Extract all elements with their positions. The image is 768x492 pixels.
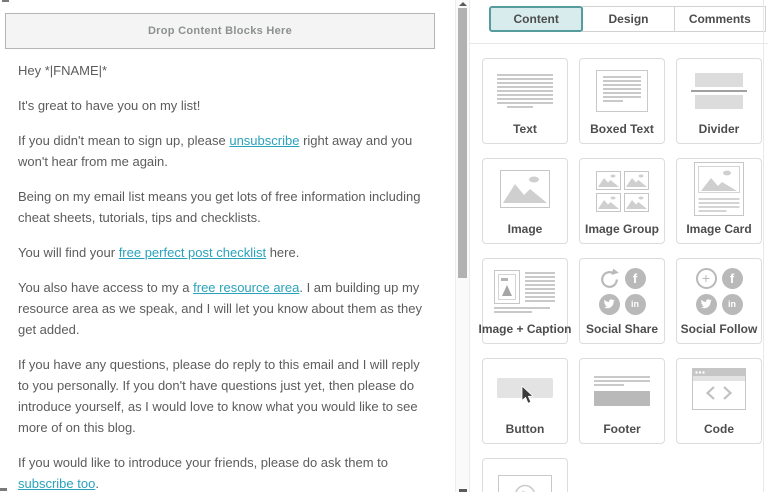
block-divider[interactable]: Divider: [676, 58, 762, 144]
text-block-icon: [497, 74, 553, 108]
email-paragraph: Being on my email list means you get lot…: [18, 189, 421, 225]
email-paragraph: Hey *|FNAME|*: [18, 63, 108, 78]
block-label: Boxed Text: [590, 122, 654, 136]
block-label: Image Group: [584, 222, 659, 236]
block-button[interactable]: Button: [482, 358, 568, 444]
email-link[interactable]: free perfect post checklist: [119, 245, 266, 260]
block-label: Footer: [603, 422, 641, 436]
email-preview-pane: Drop Content Blocks Here Hey *|FNAME|* It…: [0, 0, 455, 492]
block-social-follow[interactable]: + f in Social Follow: [676, 258, 762, 344]
email-paragraph: If you would like to introduce your frie…: [18, 455, 388, 491]
tab-content[interactable]: Content: [489, 6, 584, 32]
block-image-caption[interactable]: Image + Caption: [478, 258, 572, 344]
video-icon: [498, 474, 552, 492]
email-paragraph: You also have access to my a free resour…: [18, 280, 422, 337]
image-group-icon: [595, 170, 649, 212]
block-footer[interactable]: Footer: [579, 358, 665, 444]
linkedin-icon: in: [721, 293, 743, 315]
block-video[interactable]: [482, 458, 568, 492]
share-arrow-icon: [600, 268, 619, 288]
block-social-share[interactable]: f in Social Share: [579, 258, 665, 344]
content-blocks-panel: Content Design Comments Text Boxed Text …: [470, 0, 768, 492]
block-boxed-text[interactable]: Boxed Text: [579, 58, 665, 144]
social-follow-icon: + f in: [695, 267, 743, 315]
scrollbar-thumb[interactable]: [458, 8, 467, 278]
block-image-card[interactable]: Image Card: [676, 158, 762, 244]
social-share-icon: f in: [598, 267, 646, 315]
twitter-icon: [598, 293, 620, 315]
email-paragraph: If you didn't mean to sign up, please un…: [18, 133, 413, 169]
tab-comments[interactable]: Comments: [673, 6, 766, 32]
email-paragraph: You will find your free perfect post che…: [18, 245, 300, 260]
linkedin-icon: in: [624, 293, 646, 315]
email-editor: Drop Content Blocks Here Hey *|FNAME|* It…: [0, 0, 768, 492]
image-icon: [500, 169, 550, 213]
block-label: Social Follow: [680, 322, 758, 336]
preview-scrollbar[interactable]: [455, 0, 470, 492]
divider-icon: [691, 73, 747, 109]
left-scrollbar-artifact-top: [2, 0, 9, 2]
scrollbar-up-arrow-icon[interactable]: [459, 2, 467, 6]
block-label: Image: [507, 222, 543, 236]
button-block-icon: [497, 378, 553, 404]
block-image[interactable]: Image: [482, 158, 568, 244]
facebook-icon: f: [721, 267, 743, 289]
twitter-icon: [695, 293, 717, 315]
plus-icon: +: [695, 267, 717, 289]
image-caption-icon: [494, 269, 556, 313]
email-link[interactable]: unsubscribe: [229, 133, 299, 148]
image-card-icon: [694, 161, 744, 221]
footer-icon: [594, 376, 650, 406]
block-label: Code: [704, 422, 734, 436]
email-paragraph: It's great to have you on my list!: [18, 98, 201, 113]
code-icon: [692, 367, 746, 415]
block-code[interactable]: Code: [676, 358, 762, 444]
block-image-group[interactable]: Image Group: [579, 158, 665, 244]
block-text[interactable]: Text: [482, 58, 568, 144]
email-body[interactable]: Hey *|FNAME|* It's great to have you on m…: [18, 60, 429, 492]
email-link[interactable]: subscribe too: [18, 476, 95, 491]
block-label: Divider: [698, 122, 740, 136]
panel-tabs: Content Design Comments: [489, 6, 766, 32]
block-label: Text: [513, 122, 537, 136]
left-scrollbar-artifact-bottom: [0, 488, 7, 491]
boxed-text-icon: [596, 70, 648, 112]
cursor-icon: [521, 386, 534, 404]
block-label: Button: [505, 422, 545, 436]
drop-content-blocks-zone[interactable]: Drop Content Blocks Here: [5, 13, 435, 49]
tab-design[interactable]: Design: [582, 6, 675, 32]
email-paragraph: If you have any questions, please do rep…: [18, 357, 420, 435]
block-grid: Text Boxed Text Divider Image Image Grou…: [478, 44, 766, 492]
block-label: Social Share: [585, 322, 659, 336]
block-label: Image + Caption: [478, 322, 572, 336]
block-label: Image Card: [686, 222, 752, 236]
facebook-icon: f: [624, 267, 646, 289]
email-link[interactable]: free resource area: [193, 280, 299, 295]
